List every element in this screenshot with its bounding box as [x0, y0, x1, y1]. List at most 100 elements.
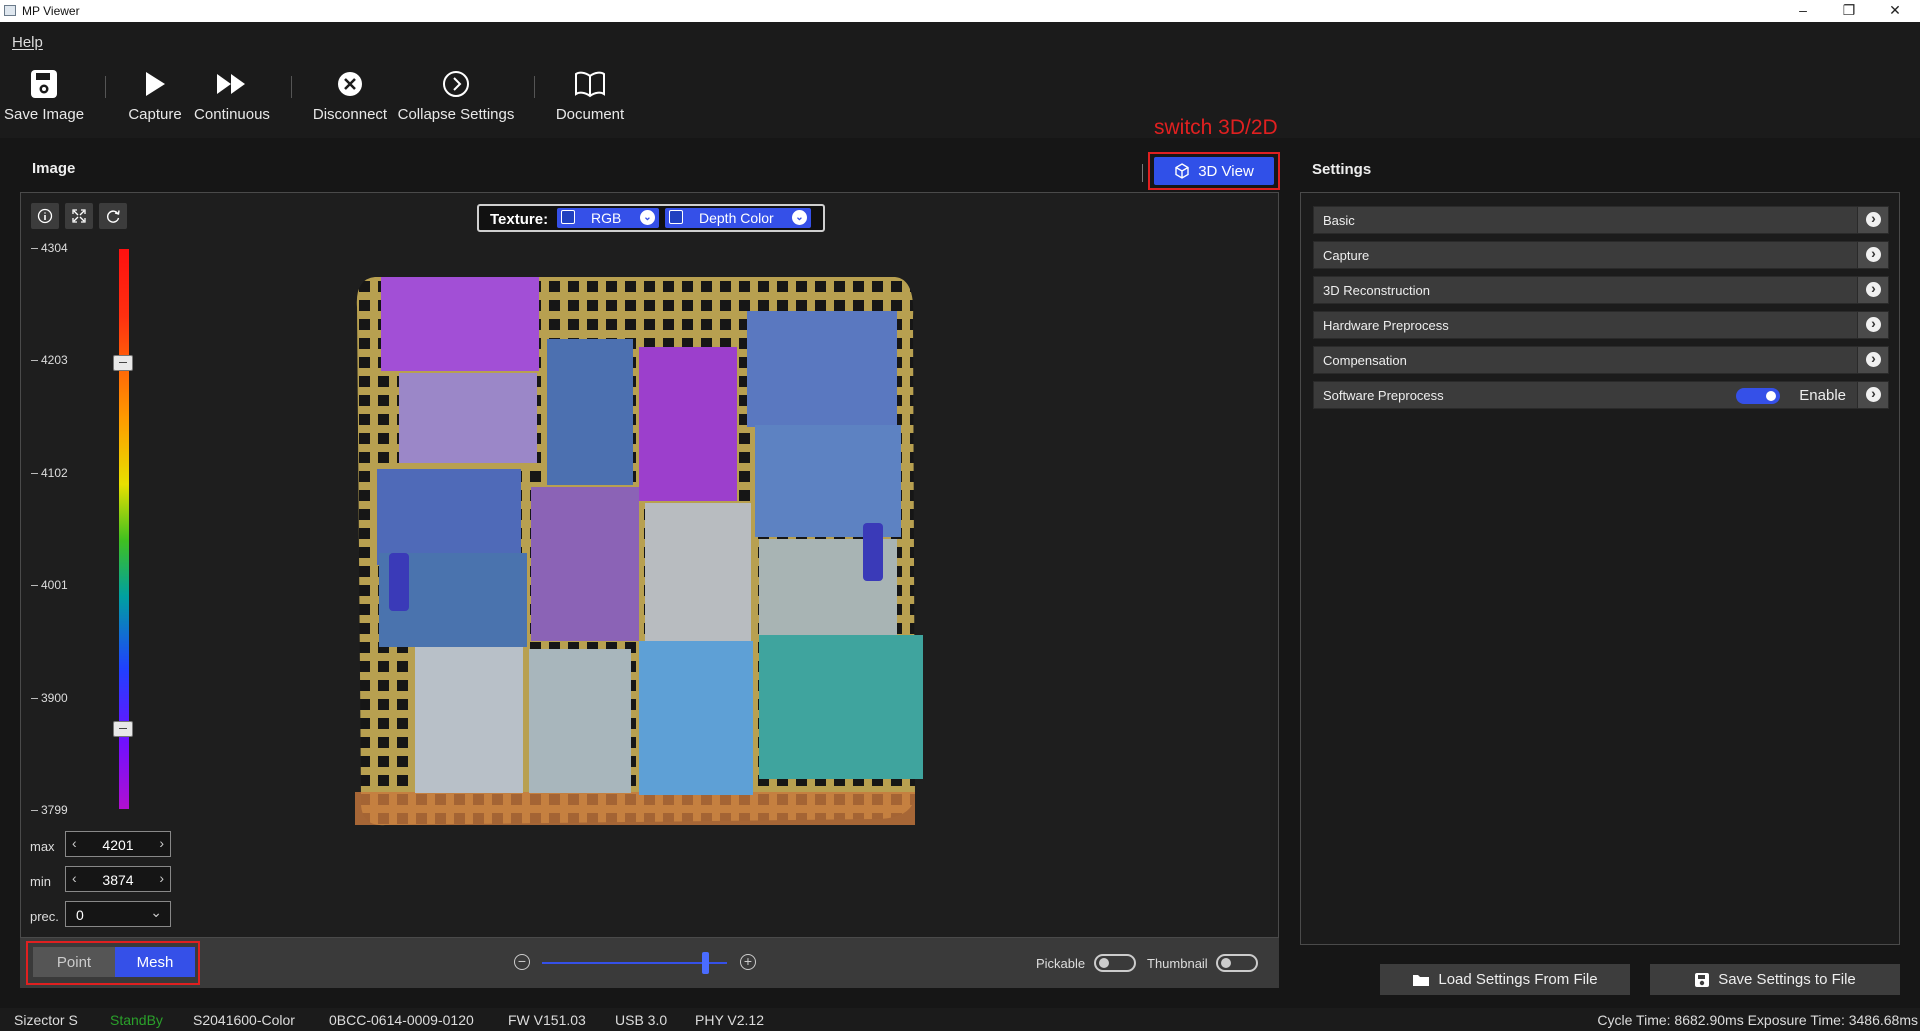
package: [377, 469, 521, 565]
enable-label: Enable: [1799, 387, 1846, 404]
zoom-out-icon[interactable]: −: [514, 954, 530, 970]
depth-color-checkbox[interactable]: [669, 210, 683, 224]
mesh-mode-button[interactable]: Mesh: [115, 947, 195, 977]
capture-label: Capture: [128, 106, 182, 123]
document-label: Document: [555, 106, 625, 123]
texture-rgb-select[interactable]: RGB ⌄: [557, 208, 659, 228]
texture-selector: Texture: RGB ⌄ Depth Color ⌄: [477, 204, 825, 232]
book-icon: [550, 66, 630, 102]
viewer-bottom-bar: Point Mesh − + Pickable Thumbnail: [20, 938, 1279, 988]
info-icon[interactable]: [31, 203, 59, 229]
expand-icon[interactable]: [1857, 312, 1888, 338]
colorbar-tick: 3799: [31, 803, 68, 817]
chevron-down-icon[interactable]: ⌄: [792, 210, 807, 225]
pickable-toggle[interactable]: [1094, 954, 1136, 972]
decrement-icon[interactable]: ‹: [72, 835, 77, 851]
settings-item-compensation[interactable]: Compensation: [1313, 346, 1889, 374]
settings-item-3d-reconstruction[interactable]: 3D Reconstruction: [1313, 276, 1889, 304]
package: [639, 641, 753, 795]
expand-icon[interactable]: [1857, 277, 1888, 303]
expand-icon[interactable]: [1857, 207, 1888, 233]
rgb-checkbox[interactable]: [561, 210, 575, 224]
min-label: min: [30, 874, 51, 889]
package: [415, 647, 523, 793]
close-window-icon[interactable]: ✕: [1872, 0, 1918, 22]
settings-item-basic[interactable]: Basic: [1313, 206, 1889, 234]
minimize-icon[interactable]: –: [1780, 0, 1826, 22]
point-mode-button[interactable]: Point: [33, 947, 115, 977]
colorbar-min-handle[interactable]: [113, 721, 133, 737]
disconnect-x-icon: [310, 66, 390, 102]
restore-icon[interactable]: ❐: [1826, 0, 1872, 22]
capture-button[interactable]: Capture: [124, 66, 186, 123]
disconnect-button[interactable]: Disconnect: [310, 66, 390, 123]
status-timing: Cycle Time: 8682.90ms Exposure Time: 348…: [1597, 1012, 1918, 1028]
status-firmware: FW V151.03: [508, 1012, 586, 1028]
decrement-icon[interactable]: ‹: [72, 870, 77, 886]
package: [399, 373, 537, 463]
settings-item-capture[interactable]: Capture: [1313, 241, 1889, 269]
point-cloud-render: [355, 277, 923, 826]
thumbnail-toggle[interactable]: [1216, 954, 1258, 972]
continuous-label: Continuous: [194, 106, 270, 123]
expand-icon[interactable]: [1857, 347, 1888, 373]
zoom-slider-thumb[interactable]: [702, 952, 709, 974]
expand-icon[interactable]: [1857, 382, 1888, 408]
document-button[interactable]: Document: [550, 66, 630, 123]
collapse-settings-label: Collapse Settings: [397, 106, 515, 123]
min-value[interactable]: 3874: [86, 872, 150, 888]
menu-bar: Help: [0, 22, 1920, 58]
status-serial: S2041600-Color: [193, 1012, 295, 1028]
fit-screen-icon[interactable]: [65, 203, 93, 229]
load-settings-button[interactable]: Load Settings From File: [1380, 964, 1630, 995]
precision-select[interactable]: 0 ⌄: [65, 901, 171, 927]
collapse-settings-button[interactable]: Collapse Settings: [396, 66, 516, 123]
thumbnail-label: Thumbnail: [1147, 956, 1208, 971]
precision-label: prec.: [30, 909, 59, 924]
status-state: StandBy: [110, 1012, 163, 1028]
rgb-label: RGB: [591, 210, 622, 226]
settings-item-hardware-preprocess[interactable]: Hardware Preprocess: [1313, 311, 1889, 339]
3d-view-button[interactable]: 3D View: [1154, 157, 1274, 185]
package: [639, 347, 737, 501]
status-bar: Sizector S StandBy S2041600-Color 0BCC-0…: [0, 1008, 1920, 1031]
zoom-slider[interactable]: [542, 962, 727, 964]
settings-item-label: Capture: [1323, 248, 1370, 263]
increment-icon[interactable]: ›: [159, 870, 164, 886]
header-divider: [1142, 164, 1143, 182]
increment-icon[interactable]: ›: [159, 835, 164, 851]
colorbar-max-handle[interactable]: [113, 355, 133, 371]
pickable-label: Pickable: [1036, 956, 1086, 971]
package: [747, 311, 897, 427]
zoom-in-icon[interactable]: +: [740, 954, 756, 970]
software-preprocess-toggle[interactable]: [1736, 388, 1780, 404]
menu-help[interactable]: Help: [12, 34, 43, 51]
fast-forward-icon: [192, 66, 272, 102]
continuous-button[interactable]: Continuous: [192, 66, 272, 123]
max-label: max: [30, 839, 55, 854]
chevron-right-circle-icon: [396, 66, 516, 102]
load-settings-label: Load Settings From File: [1438, 971, 1598, 988]
settings-item-label: Basic: [1323, 213, 1355, 228]
disconnect-label: Disconnect: [312, 106, 388, 123]
colorbar-tick: 4203: [31, 353, 68, 367]
image-panel-title: Image: [32, 160, 76, 177]
chevron-down-icon[interactable]: ⌄: [640, 210, 655, 225]
min-spinbox[interactable]: ‹ 3874 ›: [65, 866, 171, 892]
save-image-button[interactable]: Save Image: [4, 66, 84, 123]
image-viewer[interactable]: Texture: RGB ⌄ Depth Color ⌄ 4304 4203 4…: [20, 192, 1279, 938]
settings-item-label: Software Preprocess: [1323, 388, 1444, 403]
reset-view-icon[interactable]: [99, 203, 127, 229]
settings-item-software-preprocess[interactable]: Software Preprocess Enable: [1313, 381, 1889, 409]
save-settings-button[interactable]: Save Settings to File: [1650, 964, 1900, 995]
folder-icon: [1413, 974, 1430, 986]
max-spinbox[interactable]: ‹ 4201 ›: [65, 831, 171, 857]
chevron-down-icon[interactable]: ⌄: [150, 904, 162, 921]
precision-value: 0: [76, 907, 84, 923]
save-settings-label: Save Settings to File: [1718, 971, 1856, 988]
expand-icon[interactable]: [1857, 242, 1888, 268]
max-value[interactable]: 4201: [86, 837, 150, 853]
texture-depth-color-select[interactable]: Depth Color ⌄: [665, 208, 811, 228]
colorbar-tick: 4304: [31, 241, 68, 255]
status-phy: PHY V2.12: [695, 1012, 765, 1028]
